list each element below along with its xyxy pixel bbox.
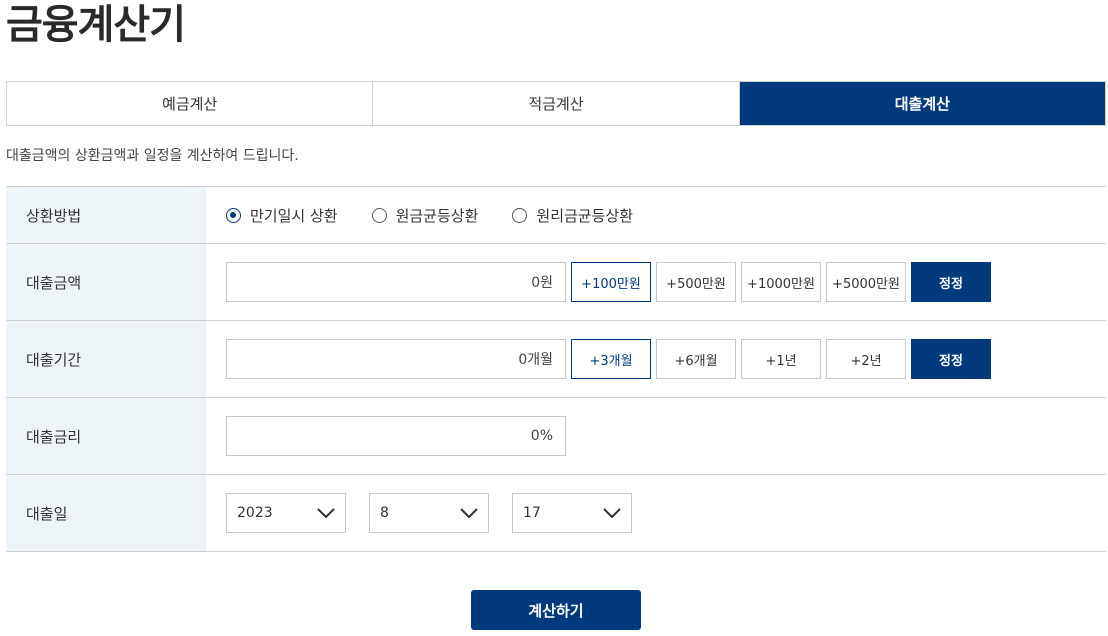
radio-equal-principal[interactable]: 원금균등상환 — [371, 205, 479, 226]
radio-unchecked-icon — [512, 207, 528, 223]
repayment-label: 상환방법 — [6, 187, 206, 243]
month-value: 8 — [380, 505, 389, 521]
repayment-options: 만기일시 상환 원금균등상환 원리금균등상환 — [206, 187, 1106, 243]
month-select[interactable]: 8 — [369, 493, 489, 533]
amount-add-5000-button[interactable]: +5000만원 — [826, 262, 906, 302]
date-row: 대출일 2023 8 17 — [6, 475, 1106, 552]
calculator-tabs: 예금계산 적금계산 대출계산 — [6, 81, 1106, 126]
year-value: 2023 — [237, 505, 273, 521]
period-input[interactable]: 0개월 — [226, 339, 566, 379]
chevron-down-icon — [603, 508, 621, 518]
period-add-2y-button[interactable]: +2년 — [826, 339, 906, 379]
amount-label: 대출금액 — [6, 244, 206, 320]
radio-equal-installment[interactable]: 원리금균등상환 — [512, 205, 633, 226]
tab-loan[interactable]: 대출계산 — [738, 82, 1105, 125]
period-row: 대출기간 0개월 +3개월 +6개월 +1년 +2년 정정 — [6, 321, 1106, 398]
page-description: 대출금액의 상환금액과 일정을 계산하여 드립니다. — [6, 148, 299, 164]
day-select[interactable]: 17 — [512, 493, 632, 533]
radio-bullet-repayment[interactable]: 만기일시 상환 — [226, 205, 338, 226]
period-add-6m-button[interactable]: +6개월 — [656, 339, 736, 379]
chevron-down-icon — [460, 508, 478, 518]
amount-add-100-button[interactable]: +100만원 — [571, 262, 651, 302]
year-select[interactable]: 2023 — [226, 493, 346, 533]
rate-label: 대출금리 — [6, 398, 206, 474]
period-controls: 0개월 +3개월 +6개월 +1년 +2년 정정 — [206, 321, 1106, 397]
calculate-button[interactable]: 계산하기 — [471, 590, 641, 630]
loan-form: 상환방법 만기일시 상환 원금균등상환 원리금균등상환 대출금액 0원 +100… — [6, 186, 1106, 552]
amount-controls: 0원 +100만원 +500만원 +1000만원 +5000만원 정정 — [206, 244, 1106, 320]
tab-deposit[interactable]: 예금계산 — [7, 82, 373, 125]
day-value: 17 — [523, 505, 541, 521]
page-title: 금융계산기 — [6, 2, 186, 48]
amount-row: 대출금액 0원 +100만원 +500만원 +1000만원 +5000만원 정정 — [6, 244, 1106, 321]
radio-label: 원금균등상환 — [395, 206, 479, 225]
period-reset-button[interactable]: 정정 — [911, 339, 991, 379]
period-label: 대출기간 — [6, 321, 206, 397]
period-add-3m-button[interactable]: +3개월 — [571, 339, 651, 379]
amount-reset-button[interactable]: 정정 — [911, 262, 991, 302]
date-label: 대출일 — [6, 475, 206, 551]
radio-label: 만기일시 상환 — [250, 206, 338, 225]
radio-unchecked-icon — [371, 207, 387, 223]
radio-label: 원리금균등상환 — [536, 206, 633, 225]
chevron-down-icon — [317, 508, 335, 518]
repayment-row: 상환방법 만기일시 상환 원금균등상환 원리금균등상환 — [6, 187, 1106, 244]
tab-savings[interactable]: 적금계산 — [372, 82, 739, 125]
rate-row: 대출금리 0% — [6, 398, 1106, 475]
amount-input[interactable]: 0원 — [226, 262, 566, 302]
rate-input[interactable]: 0% — [226, 416, 566, 456]
amount-add-500-button[interactable]: +500만원 — [656, 262, 736, 302]
rate-controls: 0% — [206, 398, 1106, 474]
period-add-1y-button[interactable]: +1년 — [741, 339, 821, 379]
amount-add-1000-button[interactable]: +1000만원 — [741, 262, 821, 302]
radio-checked-icon — [226, 207, 241, 223]
date-controls: 2023 8 17 — [206, 475, 1106, 551]
